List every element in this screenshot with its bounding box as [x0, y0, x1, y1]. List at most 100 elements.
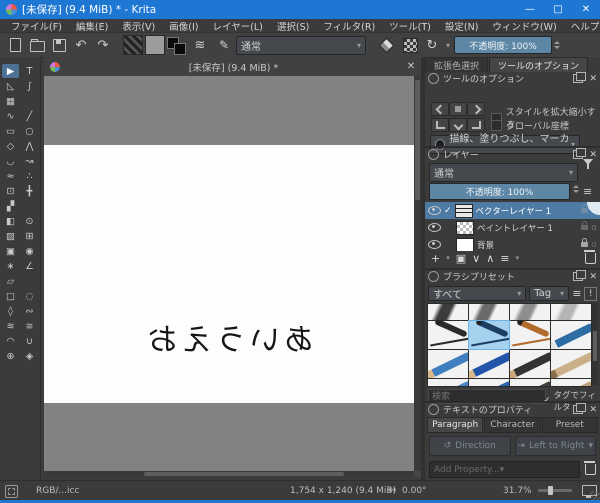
- reload-preset-button[interactable]: ↻: [422, 35, 442, 55]
- canvas-vertical-scrollbar[interactable]: [414, 76, 421, 471]
- brush-preset-pencil-charcoal[interactable]: [510, 350, 550, 378]
- tab-advanced-color-selector[interactable]: 拡張色選択: [425, 57, 489, 72]
- visibility-eye-icon[interactable]: [428, 240, 441, 249]
- document-close-icon[interactable]: ✕: [401, 61, 421, 72]
- tool-blank-1[interactable]: [21, 94, 38, 108]
- menu-item[interactable]: 設定(N): [438, 19, 486, 33]
- float-docker-icon[interactable]: [573, 72, 587, 83]
- preset-filter-combo[interactable]: すべて ▾: [428, 286, 527, 301]
- menu-item[interactable]: ヘルプ(H): [564, 19, 600, 33]
- brush-preset-pencil-blue-tip[interactable]: [551, 321, 591, 349]
- delete-layer-button[interactable]: [584, 249, 596, 264]
- menu-item[interactable]: レイヤー(L): [205, 19, 269, 33]
- tool-rectangle[interactable]: ▭: [2, 124, 19, 138]
- brush-preset-pencil-tan[interactable]: [551, 350, 591, 378]
- float-docker-icon[interactable]: [573, 403, 587, 414]
- tool-fill[interactable]: ▣: [2, 244, 19, 258]
- tool-ellipse[interactable]: ○: [21, 124, 38, 138]
- nudge-left-button[interactable]: [431, 102, 449, 116]
- tool-rect-select[interactable]: □: [2, 289, 19, 303]
- layer-filter-button[interactable]: [583, 159, 593, 176]
- layer-row-paint[interactable]: ペイントレイヤー 1 α: [425, 219, 600, 236]
- tool-pan[interactable]: ◈: [21, 349, 38, 363]
- menu-item[interactable]: フィルタ(R): [316, 19, 382, 33]
- tool-dynamic-brush[interactable]: ≈: [2, 169, 19, 183]
- close-docker-icon[interactable]: ✕: [589, 272, 597, 282]
- close-docker-icon[interactable]: ✕: [589, 150, 597, 160]
- delete-property-button[interactable]: [584, 461, 596, 475]
- float-docker-icon[interactable]: [573, 148, 587, 159]
- tool-crop[interactable]: ▞: [2, 199, 19, 213]
- tool-polygon[interactable]: ◇: [2, 139, 19, 153]
- tool-measure[interactable]: ∠: [21, 259, 38, 273]
- close-button[interactable]: ✕: [572, 0, 600, 19]
- brush-preset-ink-stroke-1[interactable]: [428, 304, 468, 320]
- brush-preset-pen-orange[interactable]: [510, 321, 550, 349]
- menu-item[interactable]: ファイル(F): [4, 19, 69, 33]
- tool-blank-2[interactable]: [21, 199, 38, 213]
- corner-bl-button[interactable]: [431, 118, 449, 132]
- lock-icon[interactable]: [581, 221, 589, 230]
- preset-scroll-thumb[interactable]: [593, 331, 597, 361]
- brush-preset-ink-stroke-4[interactable]: [551, 304, 591, 320]
- tool-polygon-select[interactable]: ◊: [2, 304, 19, 318]
- brush-preset-pencil-navy[interactable]: [469, 350, 509, 378]
- tool-zoom[interactable]: ⊕: [2, 349, 19, 363]
- canvas-horizontal-scrollbar[interactable]: [44, 471, 414, 477]
- new-document-button[interactable]: [4, 35, 26, 55]
- tool-ellipse-select[interactable]: ◌: [21, 289, 38, 303]
- tool-multibrush[interactable]: ∴: [21, 169, 38, 183]
- choose-brush-preset-button[interactable]: ✎: [212, 35, 236, 55]
- lock-icon[interactable]: [581, 238, 589, 247]
- tool-polyline[interactable]: ⋀: [21, 139, 38, 153]
- brush-preset-pencil-blue[interactable]: [428, 350, 468, 378]
- visibility-eye-icon[interactable]: [428, 223, 441, 232]
- alpha-badge[interactable]: α: [591, 223, 597, 233]
- redo-button[interactable]: ↷: [92, 35, 114, 55]
- tool-edit-shapes[interactable]: ◺: [2, 79, 19, 93]
- view-mode-button[interactable]: ≡: [572, 287, 581, 300]
- menu-item[interactable]: ツール(T): [382, 19, 438, 33]
- eraser-mode-button[interactable]: [374, 35, 398, 55]
- layer-properties-button[interactable]: ≡: [500, 252, 509, 265]
- tab-tool-options[interactable]: ツールのオプション: [489, 57, 589, 72]
- brush-preset-pencil-blue-3[interactable]: [469, 379, 509, 386]
- layer-properties-dropdown[interactable]: ▾: [515, 254, 519, 262]
- tool-bezier-curve[interactable]: ◡: [2, 154, 19, 168]
- tool-smart-patch[interactable]: ⊞: [21, 229, 38, 243]
- layer-blending-mode-combo[interactable]: 通常 ▾: [429, 163, 578, 182]
- layer-row-background[interactable]: 背景 α: [425, 236, 600, 251]
- tab-character[interactable]: Character: [484, 417, 541, 433]
- layer-list-options-button[interactable]: ≡: [583, 185, 592, 198]
- hscroll-thumb[interactable]: [144, 472, 344, 476]
- preserve-alpha-button[interactable]: [398, 35, 422, 55]
- tool-text[interactable]: T: [21, 64, 38, 78]
- menu-item[interactable]: 表示(V): [115, 19, 162, 33]
- float-docker-icon[interactable]: [573, 270, 587, 281]
- tool-freehand-select[interactable]: ∾: [21, 304, 38, 318]
- tab-preset[interactable]: Preset: [541, 417, 598, 433]
- menu-item[interactable]: ウィンドウ(W): [485, 19, 563, 33]
- visibility-eye-icon[interactable]: [428, 206, 441, 215]
- brush-preset-ink-stroke-3[interactable]: [510, 304, 550, 320]
- tool-similar-select[interactable]: ≅: [21, 319, 38, 333]
- layer-row-vector[interactable]: ✓ ベクターレイヤー 1 α: [425, 202, 600, 219]
- brush-preset-pencil-dark-2[interactable]: [510, 379, 550, 386]
- tool-freehand-brush[interactable]: ∿: [2, 109, 19, 123]
- tag-button[interactable]: Tag ▾: [529, 286, 570, 301]
- move-layer-down-button[interactable]: ∨: [472, 252, 480, 265]
- zoom-slider[interactable]: [538, 486, 572, 495]
- maximize-button[interactable]: □: [544, 0, 572, 19]
- gradient-selector[interactable]: [122, 35, 144, 55]
- reload-preset-dropdown[interactable]: ▾: [442, 35, 454, 55]
- canvas[interactable]: あいうえお: [44, 145, 414, 403]
- menu-item[interactable]: 画像(I): [162, 19, 205, 33]
- tool-magnetic-select[interactable]: ∪: [21, 334, 38, 348]
- tool-enclose-fill[interactable]: ◉: [21, 244, 38, 258]
- writing-mode-combo[interactable]: ⇥ Left to Right ▾: [514, 436, 596, 456]
- alpha-badge[interactable]: α: [591, 240, 597, 250]
- menu-item[interactable]: 編集(E): [69, 19, 115, 33]
- add-property-combo[interactable]: Add Property... ▾: [429, 461, 580, 478]
- brush-preset-pencil-tan-2[interactable]: [551, 379, 591, 386]
- tool-bezier-select[interactable]: ◠: [2, 334, 19, 348]
